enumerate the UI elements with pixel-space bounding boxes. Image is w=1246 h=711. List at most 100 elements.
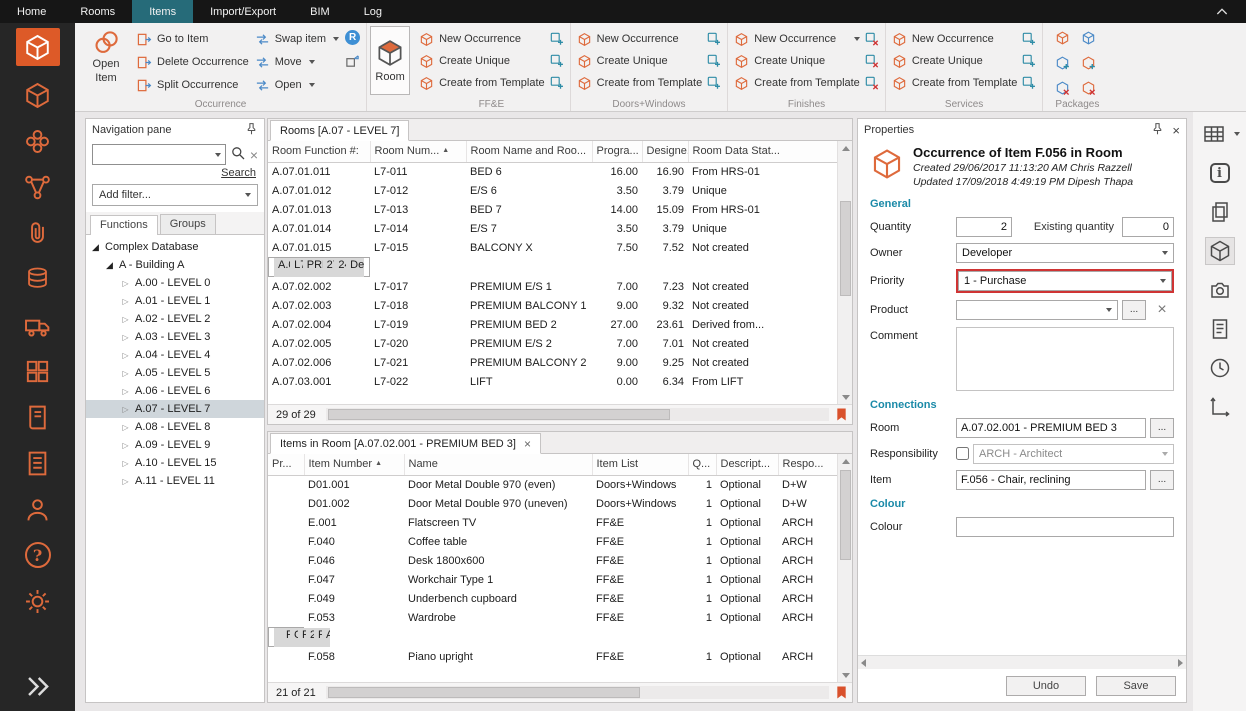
ribbon-collapse-icon[interactable] [1198,0,1246,23]
products-module-icon[interactable] [18,78,58,112]
tree-expander-icon[interactable]: ▷ [120,279,131,288]
tree-expander-icon[interactable]: ▷ [120,441,131,450]
properties-horizontal-scrollbar[interactable] [858,655,1186,669]
reports-module-icon[interactable] [18,446,58,480]
undo-button[interactable]: Undo [1006,676,1086,696]
column-header[interactable]: Descript... [716,454,778,475]
item-row[interactable]: F.058 Piano upright FF&E 1 Optional ARCH [268,647,837,666]
package-action-icon[interactable] [1081,30,1096,45]
room-browse-button[interactable]: ... [1150,418,1174,438]
package-action-icon[interactable] [1081,80,1096,95]
items-in-room-tab[interactable]: Items in Room [A.07.02.001 - PREMIUM BED… [270,433,541,454]
ribbon-command-action-icon[interactable] [550,54,564,68]
items-horizontal-scrollbar[interactable] [326,686,829,699]
comment-field[interactable] [956,327,1174,391]
scrollbar-thumb[interactable] [840,470,851,560]
add-filter-dropdown[interactable]: Add filter... [92,184,258,206]
finishes-module-icon[interactable] [18,124,58,158]
room-row[interactable]: A.07.01.012 L7-012 E/S 6 3.50 3.79 Uniqu… [268,181,837,200]
tree-expander-icon[interactable]: ▷ [120,333,131,342]
product-clear-button[interactable]: × [1150,299,1174,321]
menu-tab[interactable]: Home [0,0,63,23]
tree-expander-icon[interactable]: ◢ [104,260,115,271]
column-header[interactable]: Progra... [592,141,642,162]
rooms-horizontal-scrollbar[interactable] [326,408,829,421]
scroll-left-icon[interactable] [861,659,866,667]
room-field[interactable] [956,418,1146,438]
column-header[interactable]: Room Data Stat... [688,141,837,162]
help-icon[interactable]: ? [18,538,58,572]
tree-node[interactable]: ▷ A.05 - LEVEL 5 [86,364,264,382]
tree-node[interactable]: ▷ A.06 - LEVEL 6 [86,382,264,400]
product-browse-button[interactable]: ... [1122,300,1146,320]
ribbon-command-action-icon[interactable] [707,32,721,46]
tree-expander-icon[interactable]: ▷ [120,369,131,378]
systems-module-icon[interactable] [18,170,58,204]
ribbon-command[interactable]: Create from Template [577,75,722,91]
ribbon-command-action-icon[interactable] [550,32,564,46]
room-row[interactable]: A.07.02.004 L7-019 PREMIUM BED 2 27.00 2… [268,315,837,334]
close-tab-icon[interactable]: × [524,437,531,451]
ribbon-command[interactable]: New Occurrence [419,31,564,47]
ribbon-command[interactable]: New Occurrence [577,31,722,47]
attachments-module-icon[interactable] [18,216,58,250]
ribbon-command-action-icon[interactable] [1022,32,1036,46]
notes-icon[interactable] [1205,315,1235,343]
owner-select[interactable]: Developer [956,243,1174,263]
chevron-down-icon[interactable] [1234,132,1240,136]
scroll-up-icon[interactable] [838,454,852,468]
tab-groups[interactable]: Groups [160,214,216,234]
search-input[interactable] [97,149,213,161]
ribbon-command-action-icon[interactable] [550,76,564,90]
room-row[interactable]: A.07.01.011 L7-011 BED 6 16.00 16.90 Fro… [268,162,837,181]
item-row[interactable]: F.056 Chair, reclining FF&E 2 Purchase A… [268,627,304,647]
room-row[interactable]: A.07.02.006 L7-021 PREMIUM BALCONY 2 9.0… [268,353,837,372]
column-header[interactable]: Pr... [268,454,304,475]
occurrence-menu-button[interactable]: Open [255,77,339,93]
responsibility-select[interactable]: ARCH - Architect [973,444,1174,464]
camera-icon[interactable] [1205,276,1235,304]
room-row[interactable]: A.07.02.002 L7-017 PREMIUM E/S 1 7.00 7.… [268,277,837,296]
clear-search-icon[interactable]: × [250,147,258,163]
items-module-icon[interactable] [16,28,60,66]
ribbon-command[interactable]: Create from Template [892,75,1037,91]
tree-node[interactable]: ▷ A.03 - LEVEL 3 [86,328,264,346]
ribbon-command-action-icon[interactable] [865,32,879,46]
tree-expander-icon[interactable]: ▷ [120,297,131,306]
expand-sidebar-icon[interactable] [18,669,58,703]
tree-node[interactable]: ▷ A.10 - LEVEL 15 [86,454,264,472]
room-row[interactable]: A.07.02.005 L7-020 PREMIUM E/S 2 7.00 7.… [268,334,837,353]
room-button[interactable]: Room [370,26,410,95]
menu-tab[interactable]: Rooms [63,0,132,23]
rooms-vertical-scrollbar[interactable] [837,141,852,404]
ribbon-command[interactable]: Create from Template [734,75,879,91]
occurrence-action-button[interactable]: Go to Item [137,31,249,47]
items-vertical-scrollbar[interactable] [837,454,852,682]
ribbon-command[interactable]: New Occurrence [734,31,879,47]
scroll-up-icon[interactable] [838,141,852,155]
scrollbar-thumb[interactable] [328,409,670,420]
view-selector-icon[interactable] [1199,120,1229,148]
tree-node[interactable]: ▷ A.02 - LEVEL 2 [86,310,264,328]
package-action-icon[interactable] [1055,30,1070,45]
item-row[interactable]: D01.002 Door Metal Double 970 (uneven) D… [268,494,837,513]
priority-select[interactable]: 1 - Purchase [958,271,1172,291]
pin-icon[interactable] [245,122,258,138]
search-link[interactable]: Search [221,167,256,179]
tree-expander-icon[interactable]: ▷ [120,423,131,432]
scrollbar-thumb[interactable] [328,687,640,698]
tree-expander-icon[interactable]: ▷ [120,351,131,360]
ribbon-command[interactable]: Create from Template [419,75,564,91]
ribbon-command[interactable]: New Occurrence [892,31,1037,47]
occurrence-menu-button[interactable]: Move [255,54,339,70]
room-row[interactable]: A.07.02.003 L7-018 PREMIUM BALCONY 1 9.0… [268,296,837,315]
item-browse-button[interactable]: ... [1150,470,1174,490]
catalog-module-icon[interactable] [18,400,58,434]
item-row[interactable]: F.047 Workchair Type 1 FF&E 1 Optional A… [268,570,837,589]
history-icon[interactable] [1205,354,1235,382]
info-icon[interactable]: i [1205,159,1235,187]
room-row[interactable]: A.07.01.013 L7-013 BED 7 14.00 15.09 Fro… [268,200,837,219]
revit-badge-icon[interactable]: R [345,30,360,45]
scrollbar-thumb[interactable] [840,201,851,296]
tree-node[interactable]: ▷ A.01 - LEVEL 1 [86,292,264,310]
